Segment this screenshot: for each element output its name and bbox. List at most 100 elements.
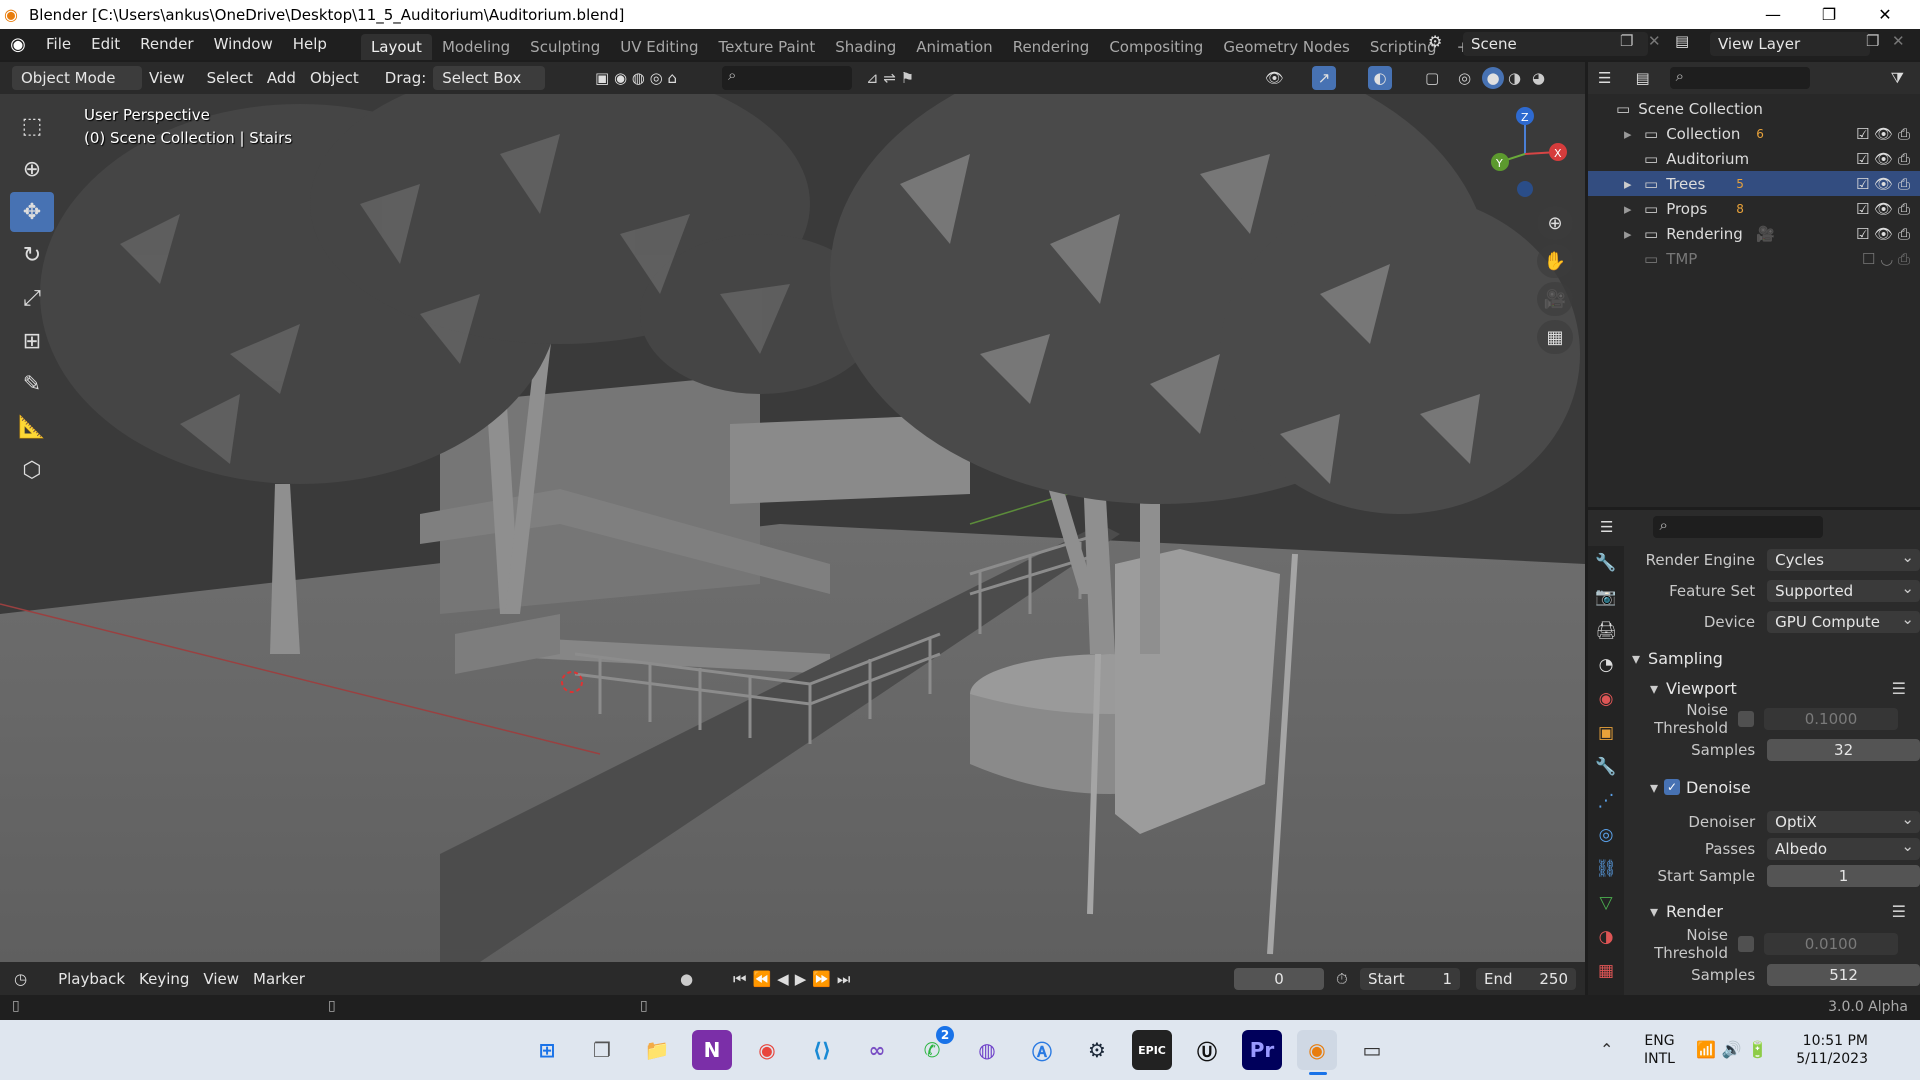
chrome-icon[interactable]: ◉ (747, 1030, 787, 1070)
tab-texture-paint[interactable]: Texture Paint (708, 34, 825, 60)
view-menu[interactable]: View (142, 66, 192, 90)
end-frame-field[interactable]: End 250 (1476, 967, 1576, 990)
sampling-section-header[interactable]: ▾ Sampling (1624, 644, 1920, 672)
clock[interactable]: 10:51 PM 5/11/2023 (1794, 1032, 1868, 1068)
start-sample-field[interactable]: 1 (1767, 865, 1920, 887)
visibility-toggles[interactable]: ☑ 👁 ⎙ (1856, 150, 1910, 168)
outliner-item-trees[interactable]: ▸ ▭ Trees 5 ☑ 👁 ⎙ (1588, 171, 1920, 196)
transform-tool-icon[interactable]: ⊞ (10, 321, 54, 361)
add-menu[interactable]: Add (260, 66, 303, 90)
denoise-subsection-header[interactable]: ▾ ✓ Denoise (1624, 773, 1920, 801)
playback-controls-icon[interactable]: ⏮⏪◀▶⏩⏭ (733, 970, 856, 988)
keying-menu[interactable]: Keying (132, 967, 196, 991)
texture-tab-icon[interactable]: ▦ (1588, 954, 1624, 988)
visibility-toggles[interactable]: ☑ 👁 ⎙ (1856, 125, 1910, 143)
new-view-layer-icon[interactable]: ❐ (1866, 32, 1879, 50)
menu-window[interactable]: Window (204, 29, 283, 60)
cursor-tool-icon[interactable]: ⊕ (10, 149, 54, 189)
menu-file[interactable]: File (36, 29, 81, 60)
visibility-toggles[interactable]: ☑ 👁 ⎙ (1856, 200, 1910, 218)
render-subsection-header[interactable]: ▾ Render ☰ (1624, 897, 1920, 925)
tab-sculpting[interactable]: Sculpting (520, 34, 610, 60)
feature-set-dropdown[interactable]: Supported (1767, 577, 1920, 602)
unreal-engine-icon[interactable]: Ⓤ (1187, 1030, 1227, 1070)
visibility-icon[interactable]: 👁 (1265, 69, 1284, 87)
outliner-item-tmp[interactable]: ▭ TMP ☐ ◡ ⎙ (1588, 246, 1920, 271)
start-frame-field[interactable]: Start 1 (1360, 967, 1460, 990)
delete-view-layer-icon[interactable]: ✕ (1892, 32, 1905, 50)
presets-list-icon[interactable]: ☰ (1892, 902, 1906, 921)
playback-menu[interactable]: Playback (51, 967, 132, 991)
viewport-noise-threshold-field[interactable]: 0.1000 (1764, 708, 1898, 730)
windows-start-icon[interactable]: ⊞ (527, 1030, 567, 1070)
epic-games-icon[interactable]: EPIC (1132, 1030, 1172, 1070)
chevron-up-icon[interactable]: ⌃ (1600, 1040, 1613, 1059)
tool-tab-icon[interactable]: 🔧 (1588, 546, 1624, 580)
render-samples-field[interactable]: 512 (1767, 964, 1920, 986)
blender-taskbar-icon[interactable]: ◉ (1297, 1030, 1337, 1070)
display-mode-icon[interactable]: ▤ (1635, 69, 1649, 87)
vscode-icon[interactable]: ⟨⟩ (802, 1030, 842, 1070)
noise-threshold-checkbox[interactable] (1738, 936, 1754, 952)
visibility-toggles[interactable]: ☑ 👁 ⎙ (1856, 225, 1910, 243)
minimize-button[interactable]: — (1745, 0, 1801, 29)
transform-orientation-icon[interactable]: ⊿ ⇌ ⚑ (866, 69, 914, 87)
move-tool-icon[interactable]: ✥ (10, 192, 54, 232)
scene-selector-icon[interactable]: ⚙ (1428, 32, 1442, 51)
terminal-icon[interactable]: ▭ (1352, 1030, 1392, 1070)
outliner-item-rendering[interactable]: ▸ ▭ Rendering 🎥 ☑ 👁 ⎙ (1588, 221, 1920, 246)
add-cube-tool-icon[interactable]: ⬡ (10, 450, 54, 490)
properties-search-icon[interactable]: ⌕ (1653, 516, 1824, 538)
zoom-icon[interactable]: ⊕ (1537, 206, 1573, 240)
material-shading-icon[interactable]: ◑ (1508, 69, 1521, 87)
view-layer-field[interactable]: View Layer (1710, 32, 1870, 56)
wireframe-shading-icon[interactable]: ◎ (1458, 69, 1471, 87)
tab-shading[interactable]: Shading (825, 34, 906, 60)
tab-uv-editing[interactable]: UV Editing (610, 34, 708, 60)
device-dropdown[interactable]: GPU Compute (1767, 608, 1920, 633)
visibility-toggles[interactable]: ☐ ◡ ⎙ (1862, 250, 1910, 268)
world-tab-icon[interactable]: ◉ (1588, 682, 1624, 716)
current-frame-field[interactable]: 0 (1234, 967, 1324, 990)
pan-hand-icon[interactable]: ✋ (1537, 244, 1573, 278)
navigation-gizmo[interactable]: Z X Y (1470, 104, 1580, 214)
render-tab-icon[interactable]: 📷 (1588, 580, 1624, 614)
annotate-tool-icon[interactable]: ✎ (10, 364, 54, 404)
material-tab-icon[interactable]: ◑ (1588, 920, 1624, 954)
passes-dropdown[interactable]: Albedo (1767, 835, 1920, 860)
language-indicator[interactable]: ENG INTL (1644, 1032, 1675, 1068)
denoiser-dropdown[interactable]: OptiX (1767, 808, 1920, 833)
app-store-icon[interactable]: Ⓐ (1022, 1030, 1062, 1070)
tab-rendering[interactable]: Rendering (1003, 34, 1100, 60)
constraints-tab-icon[interactable]: ⛓ (1588, 852, 1624, 886)
menu-render[interactable]: Render (130, 29, 203, 60)
rendered-shading-icon[interactable]: ◕ (1532, 69, 1545, 87)
editor-type-icon[interactable]: ☰ (1600, 518, 1613, 536)
github-desktop-icon[interactable]: ◍ (967, 1030, 1007, 1070)
steam-icon[interactable]: ⚙ (1077, 1030, 1117, 1070)
tab-animation[interactable]: Animation (906, 34, 1002, 60)
viewport-subsection-header[interactable]: ▾ Viewport ☰ (1624, 674, 1920, 702)
outliner-item-props[interactable]: ▸ ▭ Props 8 ☑ 👁 ⎙ (1588, 196, 1920, 221)
select-mode-icons[interactable]: ▣ ◉ ◍ ◎ ⌂ (595, 69, 677, 87)
maximize-button[interactable]: ❐ (1801, 0, 1857, 29)
render-noise-threshold-field[interactable]: 0.0100 (1764, 933, 1898, 955)
new-scene-icon[interactable]: ❐ (1620, 32, 1633, 50)
select-menu[interactable]: Select (200, 66, 260, 90)
select-box-tool-icon[interactable]: ⬚ (10, 106, 54, 146)
blender-menu-icon[interactable]: ◉ (0, 34, 36, 55)
scale-tool-icon[interactable]: ⤢ (10, 278, 54, 318)
object-mode-dropdown[interactable]: Object Mode (12, 66, 142, 90)
menu-help[interactable]: Help (283, 29, 337, 60)
output-tab-icon[interactable]: 🖨 (1588, 614, 1624, 648)
file-explorer-icon[interactable]: 📁 (637, 1030, 677, 1070)
view-layer-icon[interactable]: ▤ (1675, 32, 1689, 50)
3d-viewport[interactable]: User Perspective (0) Scene Collection | … (0, 94, 1585, 962)
marker-menu[interactable]: Marker (246, 967, 312, 991)
record-icon[interactable]: ● (680, 970, 693, 988)
drag-select-box-dropdown[interactable]: Select Box (433, 66, 546, 90)
object-menu[interactable]: Object (303, 66, 366, 90)
outliner-scene-collection[interactable]: ▭ Scene Collection (1588, 96, 1920, 121)
viewport-samples-field[interactable]: 32 (1767, 739, 1920, 761)
physics-tab-icon[interactable]: ◎ (1588, 818, 1624, 852)
